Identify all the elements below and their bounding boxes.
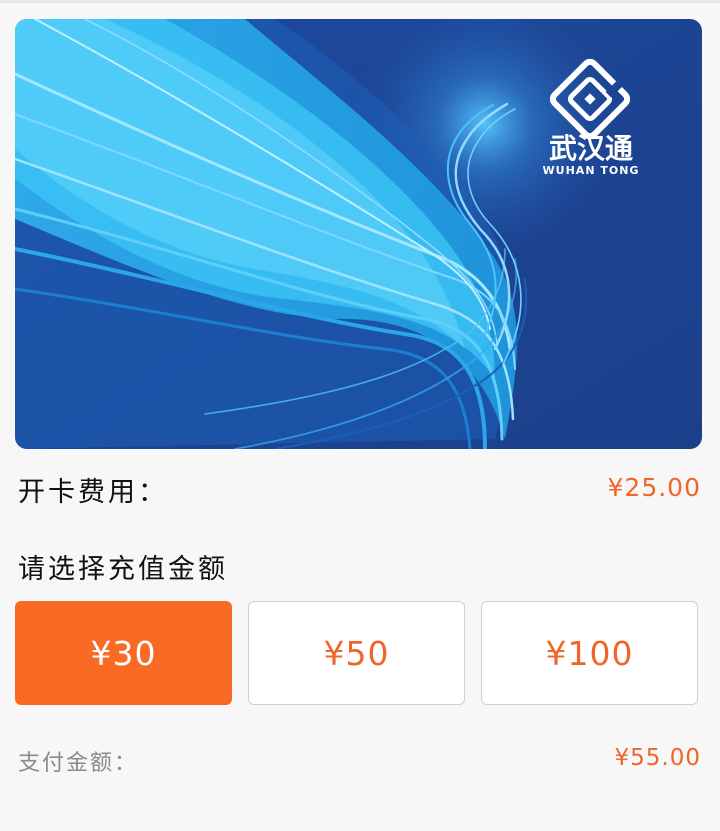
card-brand-cn: 武汉通 — [549, 132, 633, 165]
payment-amount-value: ¥55.00 — [614, 745, 701, 771]
recharge-amount-title: 请选择充值金额 — [18, 554, 228, 585]
top-divider — [0, 0, 720, 3]
payment-amount-label: 支付金额： — [18, 751, 139, 776]
amount-option-100[interactable]: ¥100 — [481, 601, 698, 705]
amount-option-label: ¥100 — [545, 633, 634, 673]
card-fee-label: 开卡费用： — [18, 477, 168, 508]
amount-option-label: ¥30 — [90, 633, 157, 673]
amount-option-label: ¥50 — [323, 633, 390, 673]
card-fee-value: ¥25.00 — [607, 473, 701, 502]
amount-option-50[interactable]: ¥50 — [248, 601, 465, 705]
amount-option-30[interactable]: ¥30 — [15, 601, 232, 705]
card-brand-en: WUHAN TONG — [543, 164, 640, 177]
card-image: 武汉通 WUHAN TONG — [15, 19, 702, 449]
